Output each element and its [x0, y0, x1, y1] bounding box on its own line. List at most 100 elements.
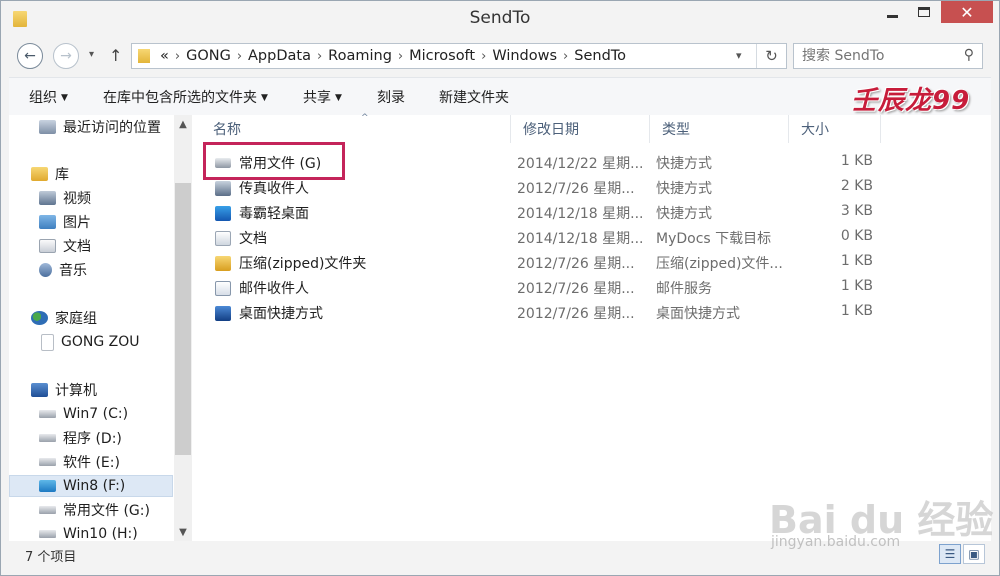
file-row[interactable]: 邮件收件人 2012/7/26 星期... 邮件服务 1 KB [205, 275, 885, 299]
file-modified: 2014/12/18 星期... [517, 206, 644, 222]
column-header-size[interactable]: 大小 [789, 115, 881, 143]
sidebar-item-label: 图片 [63, 215, 91, 231]
details-view-icon[interactable]: ☰ [939, 544, 961, 564]
pictures-icon [39, 215, 56, 229]
organize-button[interactable]: 组织 ▼ [29, 87, 68, 107]
chevron-right-icon[interactable]: › [398, 49, 403, 64]
sidebar-item-label: 软件 (E:) [63, 455, 120, 471]
breadcrumb-overflow[interactable]: « [160, 48, 169, 64]
sidebar-item-drive-g[interactable]: 常用文件 (G:) [9, 499, 173, 521]
sidebar-item-computer[interactable]: 计算机 [9, 379, 173, 401]
file-type: 快捷方式 [656, 206, 712, 222]
fax-icon [215, 180, 231, 196]
sidebar-item-label: 最近访问的位置 [63, 120, 161, 136]
chevron-right-icon[interactable]: › [237, 49, 242, 64]
large-icons-view-icon[interactable]: ▣ [963, 544, 985, 564]
breadcrumb-roaming[interactable]: Roaming [328, 48, 392, 64]
file-row[interactable]: 压缩(zipped)文件夹 2012/7/26 星期... 压缩(zipped)… [205, 250, 885, 274]
scroll-thumb[interactable] [175, 183, 191, 455]
file-name: 压缩(zipped)文件夹 [239, 256, 367, 272]
sidebar-item-drive-c[interactable]: Win7 (C:) [9, 403, 173, 425]
title-bar[interactable]: SendTo ✕ [1, 1, 999, 37]
chevron-right-icon[interactable]: › [317, 49, 322, 64]
sidebar-item-drive-d[interactable]: 程序 (D:) [9, 427, 173, 449]
chevron-right-icon[interactable]: › [175, 49, 180, 64]
up-button[interactable]: ↑ [109, 46, 122, 65]
sidebar-item-videos[interactable]: 视频 [9, 187, 173, 209]
scroll-down-arrow-icon[interactable]: ▼ [174, 523, 192, 541]
breadcrumb-microsoft[interactable]: Microsoft [409, 48, 475, 64]
file-name-cell: 毒霸轻桌面 [215, 203, 309, 223]
sidebar-item-recent-places[interactable]: 最近访问的位置 [9, 116, 173, 138]
search-box[interactable]: ⚲ [793, 43, 983, 69]
drive-icon [39, 410, 56, 418]
dropdown-arrow-icon: ▼ [61, 93, 68, 103]
sidebar-item-gong-zou[interactable]: GONG ZOU [9, 331, 173, 353]
sidebar-item-documents[interactable]: 文档 [9, 235, 173, 257]
breadcrumb-gong[interactable]: GONG [186, 48, 231, 64]
search-icon[interactable]: ⚲ [964, 47, 974, 63]
file-type: 快捷方式 [656, 181, 712, 197]
explorer-window: SendTo ✕ ← → ▾ ↑ « › GONG › AppData › Ro… [0, 0, 1000, 576]
column-header-modified[interactable]: 修改日期 [511, 115, 650, 143]
breadcrumb-sendto[interactable]: SendTo [574, 48, 626, 64]
file-size: 2 KB [840, 178, 873, 194]
sidebar-item-label: 文档 [63, 239, 91, 255]
sidebar-item-label: Win7 (C:) [63, 406, 129, 422]
file-modified: 2012/7/26 星期... [517, 256, 635, 272]
column-header-name-label: 名称 [213, 122, 241, 138]
maximize-button[interactable] [907, 1, 941, 23]
file-name: 桌面快捷方式 [239, 306, 323, 322]
sidebar-item-music[interactable]: 音乐 [9, 259, 173, 281]
breadcrumb-appdata[interactable]: AppData [248, 48, 311, 64]
drive-icon [39, 434, 56, 442]
sidebar-item-library[interactable]: 库 [9, 163, 173, 185]
computer-icon [31, 383, 48, 397]
file-modified: 2012/7/26 星期... [517, 181, 635, 197]
user-icon [41, 333, 54, 351]
window-title: SendTo [469, 8, 531, 28]
main-area: 最近访问的位置 库 视频 图片 文档 音乐 家庭组 GONG ZOU 计算机 W… [9, 113, 991, 541]
dropdown-arrow-icon: ▼ [335, 93, 342, 103]
forward-button[interactable]: → [53, 43, 79, 69]
sidebar-item-label: 音乐 [59, 263, 87, 279]
share-label: 共享 [303, 90, 331, 106]
folder-icon [138, 49, 150, 63]
column-header-type[interactable]: 类型 [650, 115, 789, 143]
file-row[interactable]: 文档 2014/12/18 星期... MyDocs 下载目标 0 KB [205, 225, 885, 249]
sidebar-item-drive-h[interactable]: Win10 (H:) [9, 523, 173, 541]
sidebar-item-pictures[interactable]: 图片 [9, 211, 173, 233]
search-input[interactable] [802, 45, 952, 67]
include-in-library-button[interactable]: 在库中包含所选的文件夹 ▼ [103, 87, 268, 107]
chevron-right-icon[interactable]: › [481, 49, 486, 64]
file-row[interactable]: 桌面快捷方式 2012/7/26 星期... 桌面快捷方式 1 KB [205, 300, 885, 324]
close-button[interactable]: ✕ [941, 1, 993, 23]
refresh-button[interactable]: ↻ [756, 44, 786, 68]
command-bar: 组织 ▼ 在库中包含所选的文件夹 ▼ 共享 ▼ 刻录 新建文件夹 [9, 77, 991, 115]
burn-button[interactable]: 刻录 [377, 87, 405, 107]
file-row[interactable]: 毒霸轻桌面 2014/12/18 星期... 快捷方式 3 KB [205, 200, 885, 224]
new-folder-button[interactable]: 新建文件夹 [439, 87, 509, 107]
sidebar-item-label: 程序 (D:) [63, 431, 122, 447]
watermark-logo: 壬辰龙99 [851, 86, 971, 116]
share-button[interactable]: 共享 ▼ [303, 87, 342, 107]
breadcrumb-windows[interactable]: Windows [492, 48, 557, 64]
sidebar-scrollbar[interactable]: ▲ ▼ [174, 115, 192, 541]
homegroup-icon [31, 311, 48, 325]
file-name: 文档 [239, 231, 267, 247]
sidebar-item-label: Win10 (H:) [63, 526, 138, 541]
drive-icon [39, 530, 56, 538]
column-header-name[interactable]: ^ 名称 [201, 113, 511, 143]
file-size: 3 KB [840, 203, 873, 219]
recent-locations-dropdown[interactable]: ▾ [89, 49, 94, 60]
sidebar-item-drive-e[interactable]: 软件 (E:) [9, 451, 173, 473]
chevron-right-icon[interactable]: › [563, 49, 568, 64]
address-bar[interactable]: « › GONG › AppData › Roaming › Microsoft… [131, 43, 787, 69]
scroll-up-arrow-icon[interactable]: ▲ [174, 115, 192, 133]
minimize-button[interactable] [877, 1, 907, 23]
sidebar-item-drive-f[interactable]: Win8 (F:) [9, 475, 173, 497]
address-dropdown[interactable]: ▾ [736, 49, 742, 62]
file-name-cell: 文档 [215, 228, 267, 248]
sidebar-item-homegroup[interactable]: 家庭组 [9, 307, 173, 329]
back-button[interactable]: ← [17, 43, 43, 69]
